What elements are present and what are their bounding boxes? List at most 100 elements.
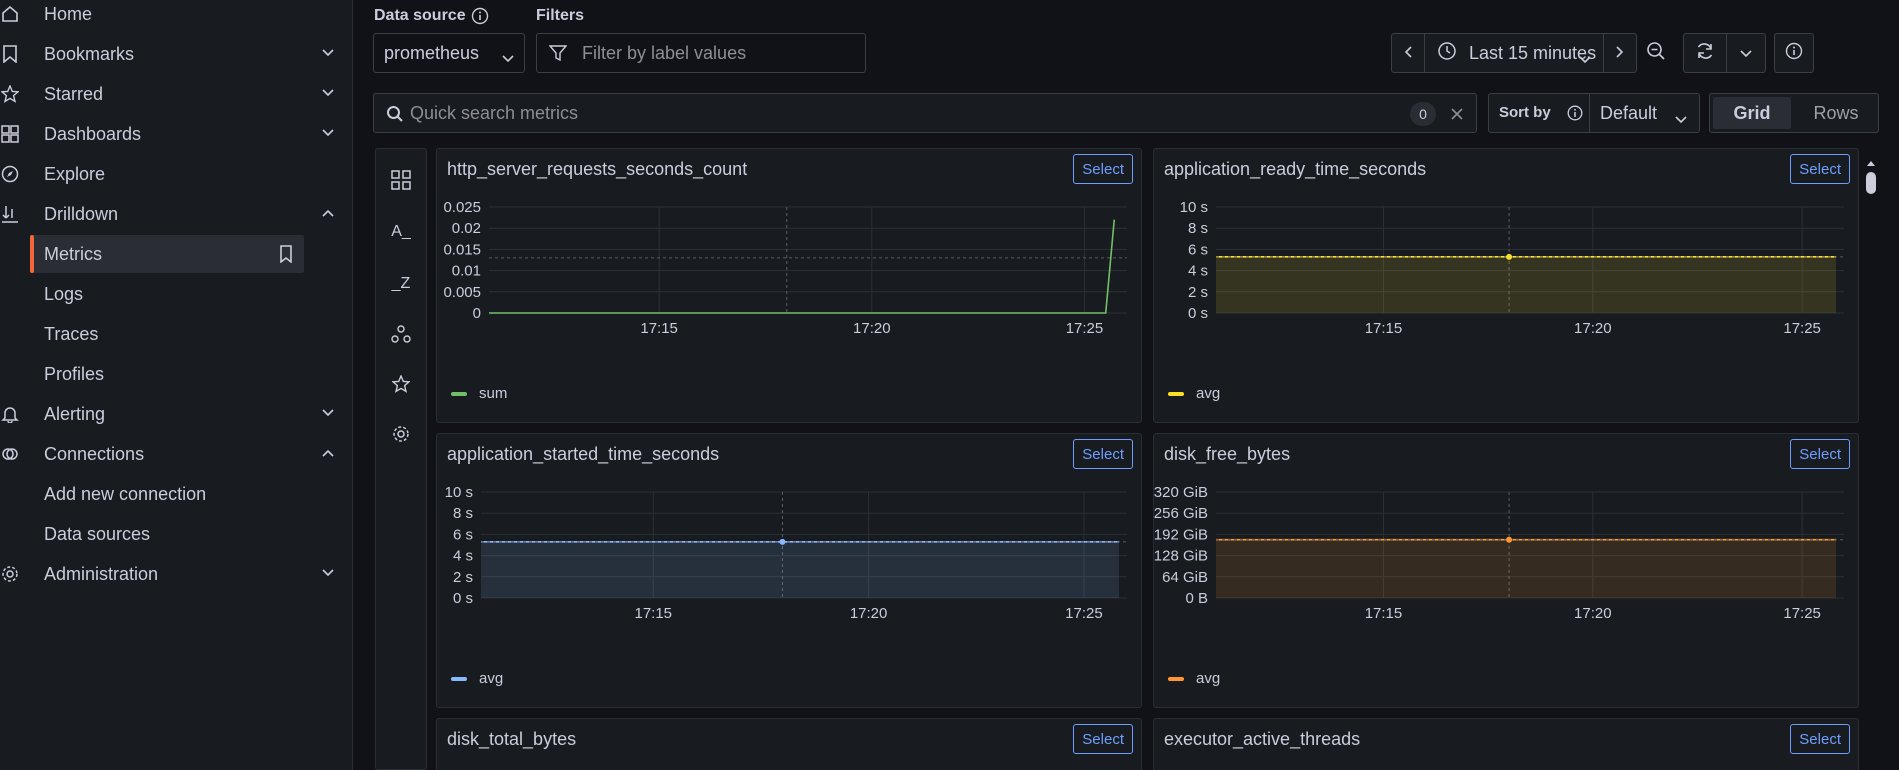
grid-icon[interactable] — [390, 169, 412, 191]
sidebar-item-label: Connections — [44, 443, 145, 464]
sidebar-item-profiles[interactable]: Profiles — [30, 355, 304, 393]
time-range-label: Last 15 minutes — [1469, 42, 1597, 63]
chevron-up-icon[interactable] — [320, 205, 336, 221]
refresh-button[interactable] — [1683, 33, 1727, 73]
scrollbar[interactable] — [1864, 150, 1878, 770]
sidebar-item-home[interactable]: Home — [0, 0, 340, 32]
metric-chart: 0.025 0.02 0.015 0.01 0.005 0 17:15 17:20 17:25 — [443, 199, 1127, 337]
y-tick-label: 8 s — [453, 505, 473, 522]
a-to-z-icon[interactable]: A_ — [390, 221, 412, 243]
refresh-interval-dropdown[interactable] — [1726, 33, 1766, 73]
sort-by-select[interactable]: Sort by Default — [1488, 93, 1700, 133]
metric-search-input[interactable]: Quick search metrics 0 — [373, 93, 1477, 133]
sidebar-item-label: Traces — [44, 323, 99, 344]
grid-view-button[interactable]: Grid — [1713, 97, 1791, 129]
sidebar-item-explore[interactable]: Explore — [0, 156, 340, 192]
filter-placeholder: Filter by label values — [582, 42, 747, 63]
y-tick-label: 0.005 — [443, 284, 481, 301]
chevron-down-icon[interactable] — [320, 565, 336, 581]
time-forward-button[interactable] — [1603, 33, 1637, 73]
x-tick-label: 17:15 — [634, 605, 672, 622]
sidebar-item-connections[interactable]: Connections — [0, 436, 340, 472]
info-button[interactable] — [1774, 33, 1814, 73]
info-icon — [1567, 105, 1583, 126]
y-tick-label: 128 GiB — [1154, 548, 1208, 565]
sidebar-item-administration[interactable]: Administration — [0, 556, 340, 592]
series-area — [1216, 256, 1836, 313]
chevron-down-icon[interactable] — [320, 85, 336, 101]
sidebar-item-metrics[interactable]: Metrics — [30, 235, 304, 273]
sidebar-item-label: Alerting — [44, 403, 106, 424]
sidebar-item-bookmarks[interactable]: Bookmarks — [0, 36, 340, 72]
sidebar-item-starred[interactable]: Starred — [0, 76, 340, 112]
chevron-down-icon — [1740, 43, 1752, 63]
filter-icon — [548, 44, 568, 67]
select-button[interactable]: Select — [1073, 154, 1133, 184]
chevron-up-icon[interactable] — [320, 445, 336, 461]
metric-panel: 10 s 8 s 6 s 4 s 2 s 0 s 17:15 17:20 17:25 appli… — [1153, 148, 1859, 423]
y-tick-label: 10 s — [1180, 199, 1208, 216]
sidebar-item-data-sources[interactable]: Data sources — [30, 515, 304, 553]
scroll-up-icon[interactable] — [1866, 152, 1876, 172]
series-area — [481, 541, 1119, 598]
bell-icon — [0, 404, 20, 424]
sidebar-item-alerting[interactable]: Alerting — [0, 396, 340, 432]
z-to-a-icon[interactable]: _Z — [390, 273, 412, 295]
time-range-picker[interactable]: Last 15 minutes — [1424, 33, 1604, 73]
chevron-down-icon[interactable] — [320, 125, 336, 141]
close-icon[interactable] — [1450, 106, 1464, 126]
select-button[interactable]: Select — [1790, 439, 1850, 469]
series-point — [779, 538, 786, 545]
scrollbar-thumb[interactable] — [1866, 172, 1876, 194]
panel-title: application_started_time_seconds — [447, 444, 720, 464]
star-icon[interactable] — [390, 373, 412, 395]
zoom-out-icon — [1646, 41, 1666, 66]
y-tick-label: 0.015 — [443, 241, 481, 258]
select-button[interactable]: Select — [1790, 154, 1850, 184]
legend[interactable]: sum — [451, 385, 507, 402]
legend-swatch — [1168, 391, 1184, 396]
x-tick-label: 17:25 — [1783, 605, 1821, 622]
legend[interactable]: avg — [451, 670, 503, 687]
x-tick-label: 17:25 — [1066, 320, 1104, 337]
zoom-out-button[interactable] — [1638, 33, 1674, 73]
chevron-down-icon[interactable] — [320, 45, 336, 61]
sidebar-item-label: Profiles — [44, 363, 105, 384]
legend-label: sum — [479, 385, 508, 402]
sidebar-item-dashboards[interactable]: Dashboards — [0, 116, 340, 152]
datasource-select[interactable]: prometheus — [373, 33, 525, 73]
legend[interactable]: avg — [1168, 385, 1220, 402]
panel-title: http_server_requests_seconds_count — [447, 159, 748, 179]
x-tick-label: 17:15 — [1365, 605, 1403, 622]
sidebar-item-logs[interactable]: Logs — [30, 275, 304, 313]
legend-swatch — [1168, 676, 1184, 681]
bookmark-icon — [0, 44, 20, 64]
chevron-down-icon[interactable] — [320, 405, 336, 421]
legend-swatch — [451, 391, 467, 396]
metric-panel: executor_active_threads Select — [1153, 718, 1859, 770]
time-back-button[interactable] — [1391, 33, 1425, 73]
datasource-label: Data source — [374, 7, 466, 24]
group-icon[interactable] — [390, 323, 412, 345]
sidebar-item-traces[interactable]: Traces — [30, 315, 304, 353]
select-button[interactable]: Select — [1073, 439, 1133, 469]
legend[interactable]: avg — [1168, 670, 1220, 687]
sidebar-item-label: Administration — [44, 563, 159, 584]
select-button[interactable]: Select — [1790, 724, 1850, 754]
bookmark-icon[interactable] — [278, 245, 296, 264]
sidebar-item-add-new-connection[interactable]: Add new connection — [30, 475, 304, 513]
panel-title: disk_free_bytes — [1164, 444, 1291, 464]
x-tick-label: 17:20 — [850, 605, 888, 622]
sidebar-item-drilldown[interactable]: Drilldown — [0, 196, 340, 232]
y-tick-label: 320 GiB — [1154, 484, 1208, 501]
y-tick-label: 6 s — [453, 526, 473, 543]
gear-icon — [0, 564, 20, 584]
series-line — [489, 219, 1116, 314]
y-tick-label: 0 — [473, 305, 481, 322]
select-button[interactable]: Select — [1073, 724, 1133, 754]
info-icon[interactable] — [471, 7, 489, 30]
rows-view-button[interactable]: Rows — [1797, 97, 1875, 129]
settings-icon[interactable] — [390, 423, 412, 445]
filter-input[interactable]: Filter by label values — [536, 33, 866, 73]
y-tick-label: 2 s — [1188, 284, 1208, 301]
